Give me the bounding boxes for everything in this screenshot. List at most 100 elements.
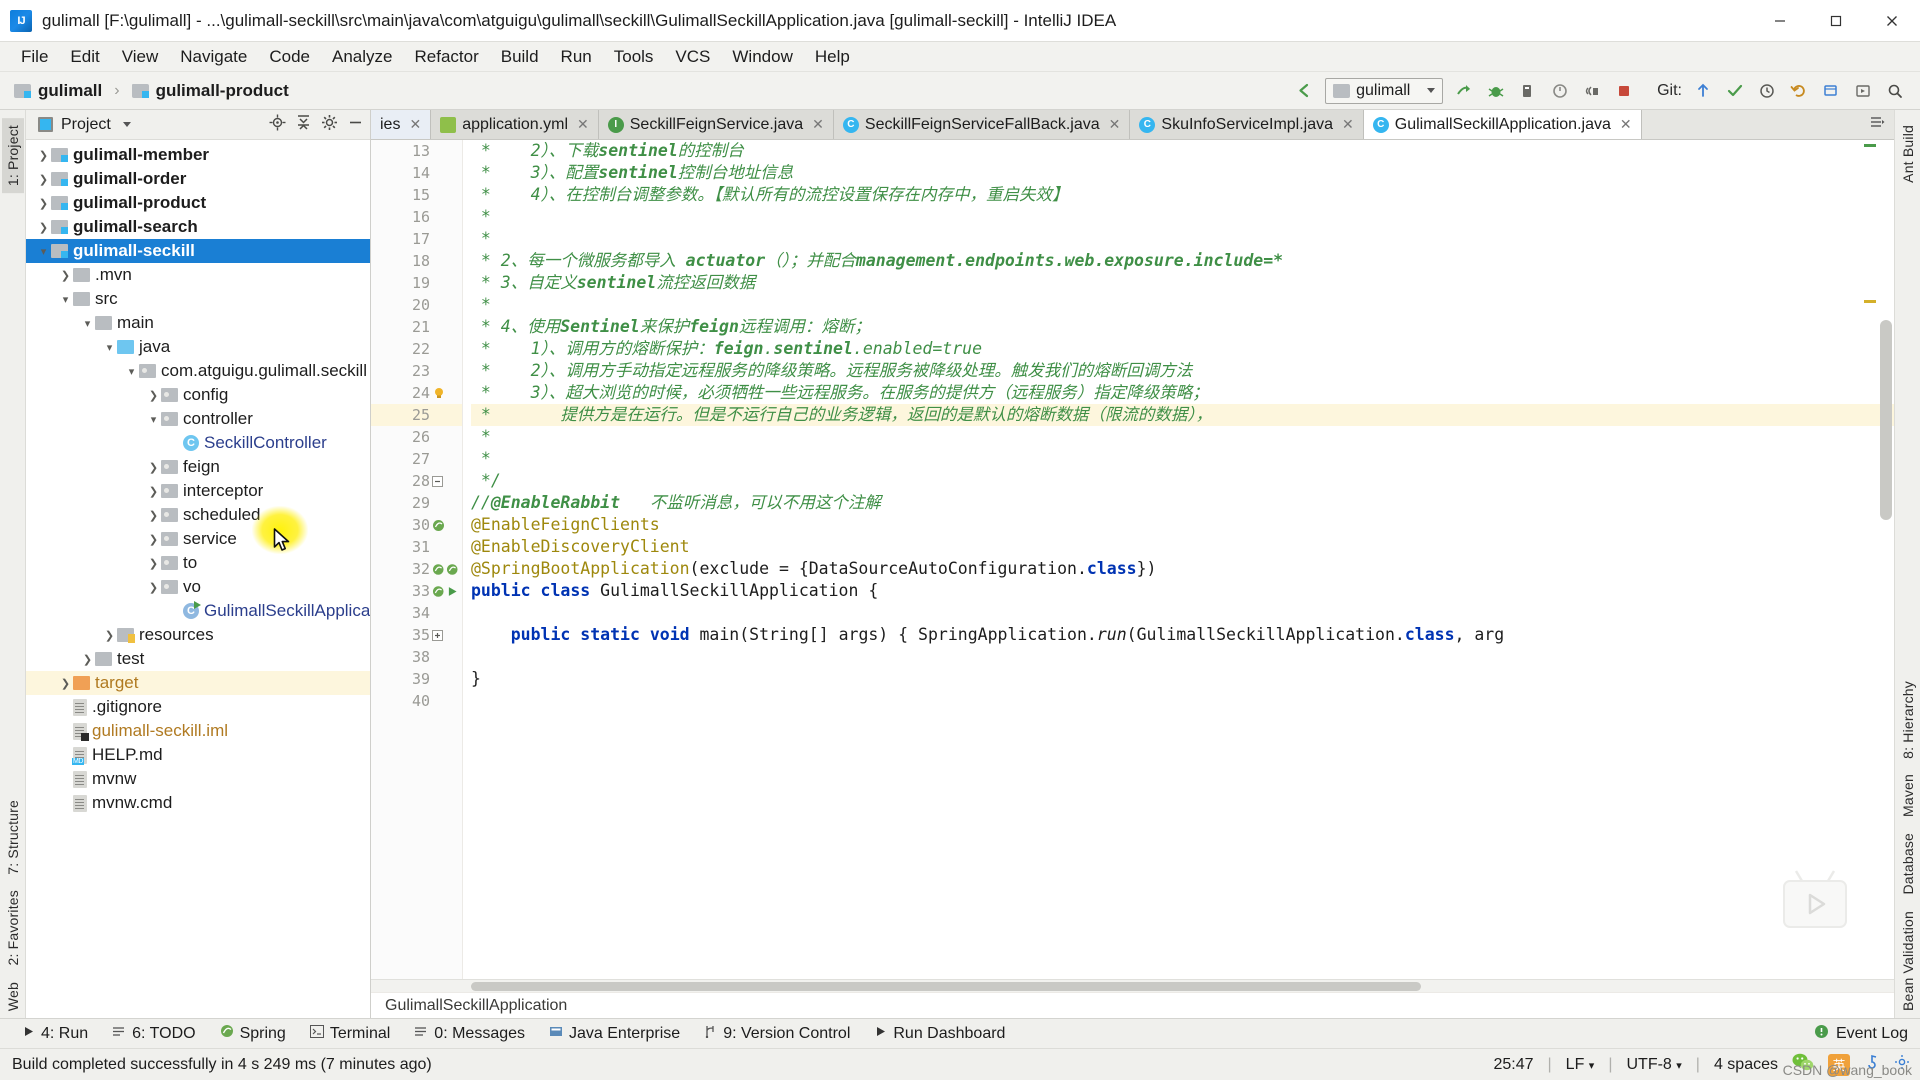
tool-window-tab-8-hierarchy[interactable]: 8: Hierarchy	[1897, 674, 1919, 766]
event-log-area[interactable]: Event Log	[1813, 1023, 1920, 1045]
code-line[interactable]: * 3）、配置sentinel控制台地址信息	[471, 162, 1894, 184]
code-line[interactable]: * 4）、在控制台调整参数。【默认所有的流控设置保存在内存中，重启失效】	[471, 184, 1894, 206]
git-commit-icon[interactable]	[1724, 80, 1746, 102]
tree-node-interceptor[interactable]: ❯ interceptor	[26, 479, 370, 503]
chevron-right-icon[interactable]: ❯	[146, 557, 161, 570]
tool-window-tab-1-project[interactable]: 1: Project	[1, 118, 24, 194]
code-editor[interactable]: 13 14 15 16 17 18 19 20 21 22 23 24 25 26 27 28 29 30 31 32…	[371, 140, 1894, 979]
code-line[interactable]: public class GulimallSeckillApplication …	[471, 580, 1894, 602]
tree-node-src[interactable]: ▾ src	[26, 287, 370, 311]
editor-marker-bar[interactable]	[1862, 140, 1876, 979]
attach-icon[interactable]	[1581, 80, 1603, 102]
tree-node-gulimall-seckill-iml[interactable]: gulimall-seckill.iml	[26, 719, 370, 743]
menu-item-tools[interactable]: Tools	[603, 44, 665, 70]
code-line[interactable]: * 2）、调用方手动指定远程服务的降级策略。远程服务被降级处理。触发我们的熔断回…	[471, 360, 1894, 382]
settings-gear-icon[interactable]	[321, 114, 338, 136]
back-arrow-icon[interactable]	[1293, 80, 1315, 102]
menu-item-vcs[interactable]: VCS	[664, 44, 721, 70]
tree-node-gitignore[interactable]: .gitignore	[26, 695, 370, 719]
code-line[interactable]: *	[471, 206, 1894, 228]
chevron-right-icon[interactable]: ❯	[36, 173, 51, 186]
tool-window-tab-bean-validation[interactable]: Bean Validation	[1897, 904, 1919, 1018]
gutter-line-number[interactable]: 31	[371, 536, 462, 558]
code-line[interactable]: * 3、自定义sentinel流控返回数据	[471, 272, 1894, 294]
menu-item-edit[interactable]: Edit	[59, 44, 110, 70]
code-line[interactable]: * 2、每一个微服务都导入 actuator（）；并配合management.e…	[471, 250, 1894, 272]
tool-window-tab-ant-build[interactable]: Ant Build	[1897, 118, 1919, 190]
gutter-line-number[interactable]: 19	[371, 272, 462, 294]
caret-position[interactable]: 25:47	[1493, 1056, 1533, 1074]
tree-node-service[interactable]: ❯ service	[26, 527, 370, 551]
run-application-gutter-icon[interactable]	[432, 580, 458, 602]
tool-window-button-terminal[interactable]: Terminal	[298, 1022, 402, 1046]
gutter-line-number[interactable]: 18	[371, 250, 462, 272]
gutter-line-number[interactable]: 26	[371, 426, 462, 448]
gutter-line-number[interactable]: 25	[371, 404, 462, 426]
menu-item-navigate[interactable]: Navigate	[169, 44, 258, 70]
fold-method-icon[interactable]	[432, 624, 458, 646]
minimize-button[interactable]	[1752, 0, 1808, 42]
tree-node-vo[interactable]: ❯ vo	[26, 575, 370, 599]
code-line[interactable]	[471, 646, 1894, 668]
gutter-line-number[interactable]: 22	[371, 338, 462, 360]
menu-item-file[interactable]: File	[10, 44, 59, 70]
tool-window-button-6-todo[interactable]: 6: TODO	[100, 1022, 207, 1046]
tree-node-resources[interactable]: ❯ resources	[26, 623, 370, 647]
profiler-icon[interactable]	[1549, 80, 1571, 102]
database-sync-icon[interactable]	[1820, 80, 1842, 102]
intention-bulb-icon[interactable]	[432, 382, 458, 404]
code-line[interactable]: public static void main(String[] args) {…	[471, 624, 1894, 646]
event-log-label[interactable]: Event Log	[1836, 1025, 1908, 1043]
editor-tab-gulimallseckillapplication-java[interactable]: C GulimallSeckillApplication.java ✕	[1363, 110, 1642, 139]
chevron-right-icon[interactable]: ❯	[146, 389, 161, 402]
project-tree[interactable]: ❯ gulimall-member ❯ gulimall-order ❯ gulimall…	[26, 140, 370, 1018]
close-tab-icon[interactable]: ✕	[812, 116, 824, 133]
tree-node-config[interactable]: ❯ config	[26, 383, 370, 407]
close-tab-icon[interactable]: ✕	[1620, 116, 1632, 133]
chevron-right-icon[interactable]: ❯	[36, 197, 51, 210]
tab-list-icon[interactable]	[1868, 114, 1886, 135]
spring-bean-gutter-icon[interactable]	[432, 514, 458, 536]
gutter-line-number[interactable]: 40	[371, 690, 462, 712]
menu-item-help[interactable]: Help	[804, 44, 861, 70]
tool-window-button-run-dashboard[interactable]: Run Dashboard	[862, 1022, 1017, 1046]
gutter-line-number[interactable]: 17	[371, 228, 462, 250]
menu-item-window[interactable]: Window	[721, 44, 803, 70]
chevron-right-icon[interactable]: ❯	[146, 461, 161, 474]
chevron-right-icon[interactable]: ❯	[80, 653, 95, 666]
chevron-down-icon[interactable]: ▾	[124, 365, 139, 378]
gutter-line-number[interactable]: 34	[371, 602, 462, 624]
code-line[interactable]: *	[471, 294, 1894, 316]
maximize-button[interactable]	[1808, 0, 1864, 42]
gutter-line-number[interactable]: 15	[371, 184, 462, 206]
code-line[interactable]: *	[471, 228, 1894, 250]
gutter-line-number[interactable]: 13	[371, 140, 462, 162]
tree-node-gulimall-product[interactable]: ❯ gulimall-product	[26, 191, 370, 215]
gutter-line-number[interactable]: 39	[371, 668, 462, 690]
tree-node-com-atguigu-gulimall-seckill[interactable]: ▾ com.atguigu.gulimall.seckill	[26, 359, 370, 383]
gutter-line-number[interactable]: 29	[371, 492, 462, 514]
editor-tab-seckillfeignservice-java[interactable]: I SeckillFeignService.java ✕	[598, 110, 834, 139]
tree-node-to[interactable]: ❯ to	[26, 551, 370, 575]
spring-config-gutter-icon[interactable]	[432, 558, 458, 580]
tool-window-tab-database[interactable]: Database	[1897, 826, 1919, 902]
menu-item-view[interactable]: View	[111, 44, 170, 70]
tree-node-gulimallseckillapplication[interactable]: CGulimallSeckillApplication	[26, 599, 370, 623]
tree-node-mvnw-cmd[interactable]: mvnw.cmd	[26, 791, 370, 815]
close-tab-icon[interactable]: ✕	[1109, 116, 1121, 133]
gutter-line-number[interactable]: 27	[371, 448, 462, 470]
tree-node-feign[interactable]: ❯ feign	[26, 455, 370, 479]
code-line[interactable]: * 提供方是在运行。但是不运行自己的业务逻辑，返回的是默认的熔断数据（限流的数据…	[471, 404, 1894, 426]
tree-node-gulimall-order[interactable]: ❯ gulimall-order	[26, 167, 370, 191]
tree-node-controller[interactable]: ▾ controller	[26, 407, 370, 431]
editor-vertical-scrollbar[interactable]	[1880, 320, 1892, 520]
preview-icon[interactable]	[1852, 80, 1874, 102]
chevron-right-icon[interactable]: ❯	[36, 149, 51, 162]
code-line[interactable]: */	[471, 470, 1894, 492]
locate-icon[interactable]	[269, 114, 286, 136]
tree-node-seckillcontroller[interactable]: C SeckillController	[26, 431, 370, 455]
breadcrumb-item-gulimall[interactable]: gulimall	[38, 81, 102, 101]
tool-window-button-4-run[interactable]: 4: Run	[10, 1022, 100, 1046]
menu-item-analyze[interactable]: Analyze	[321, 44, 403, 70]
code-line[interactable]: * 1）、调用方的熔断保护：feign.sentinel.enabled=tru…	[471, 338, 1894, 360]
